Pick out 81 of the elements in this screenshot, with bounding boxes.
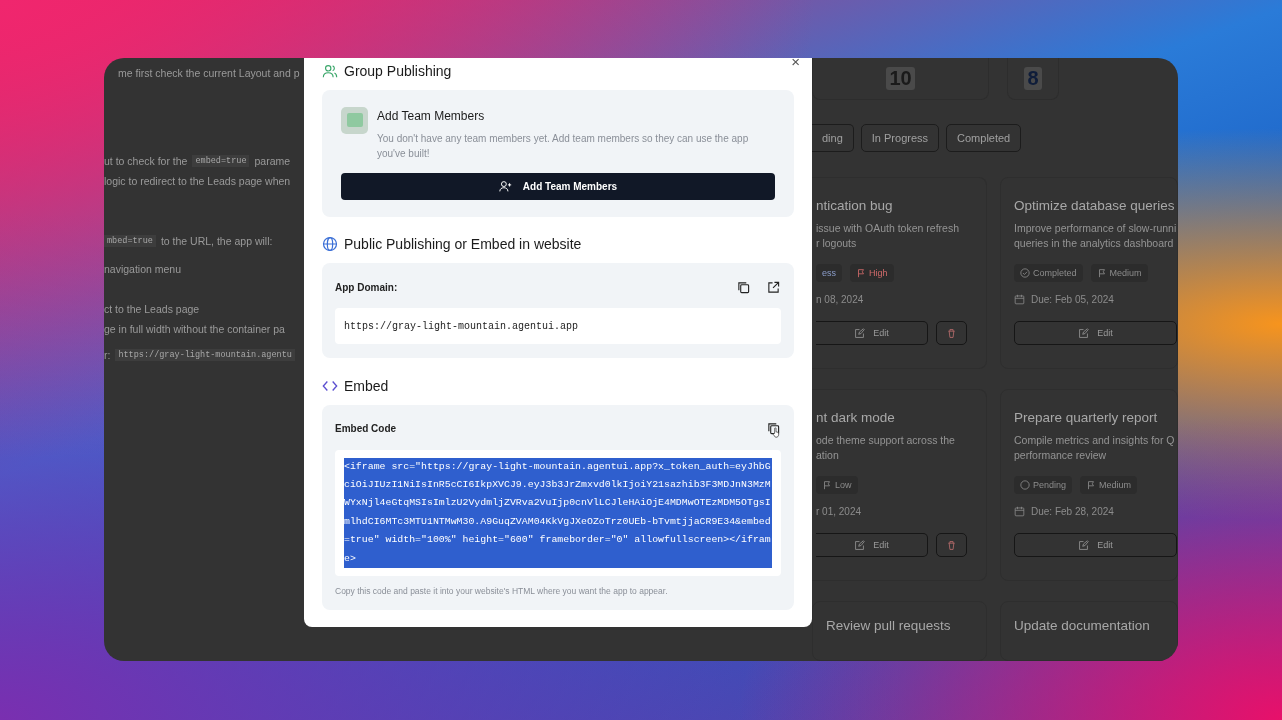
chat-text: ut to check for the [104,155,188,167]
task-title: Prepare quarterly report [1014,410,1159,425]
status-badge: Pending [1014,476,1073,494]
calendar-icon [1014,506,1025,517]
status-icon [1020,480,1030,490]
globe-icon [322,236,338,253]
external-link-button[interactable] [765,279,781,296]
task-description: queries in the analytics dashboard [1014,236,1175,251]
user-plus-icon [498,179,512,193]
flag-icon [856,268,866,278]
stat-value: 8 [1024,67,1042,90]
due-date: Due: Feb 05, 2024 [1031,294,1114,305]
edit-icon [854,327,866,339]
task-title: ntication bug [816,198,894,213]
delete-button[interactable] [936,533,967,557]
edit-button[interactable]: Edit [1014,533,1177,557]
task-description: issue with OAuth token refresh [816,221,960,236]
edit-icon [1078,539,1090,551]
filter-button[interactable]: In Progress [860,124,940,152]
embed-code-field[interactable] [335,449,781,576]
flag-icon [822,480,832,490]
edit-icon [1078,327,1090,339]
filter-button[interactable]: Completed [946,124,1022,152]
status-icon [1020,268,1030,278]
chat-text: ge in full width without the container pa [104,323,285,335]
task-description: performance review [1014,448,1108,463]
edit-button[interactable]: Edit [816,321,928,345]
close-button[interactable]: × [791,58,800,69]
hand-cursor-icon [772,426,780,438]
add-team-members-button[interactable]: Add Team Members [341,172,775,200]
chat-text: r: [104,349,111,361]
due-date: Due: Feb 28, 2024 [1031,506,1114,517]
delete-button[interactable] [936,321,967,345]
chat-text: to the URL, the app will: [160,235,273,247]
task-description: Compile metrics and insights for Q [1014,433,1176,448]
task-description: r logouts [816,236,858,251]
trash-icon [946,539,957,551]
section-title: Public Publishing or Embed in website [344,236,582,253]
embed-hint: Copy this code and paste it into your website's HTML where you want the app to appear. [335,586,669,596]
priority-badge: Low [816,476,858,494]
team-title: Add Team Members [377,108,486,123]
team-description: You don't have any team members yet. Add team members so they can use the app you've built! [377,131,750,161]
trash-icon [946,327,957,339]
embed-label: Embed Code [335,423,397,435]
priority-badge: Medium [1090,264,1148,282]
edit-icon [854,539,866,551]
priority-badge: High [850,264,894,282]
team-thumbnail [341,106,368,134]
due-date: n 08, 2024 [816,294,864,305]
flag-icon [1096,268,1107,278]
chat-text: ct to the Leads page [104,303,200,315]
section-title: Group Publishing [344,62,452,79]
task-title: nt dark mode [816,410,896,425]
chat-text: me first check the current Layout and p [118,67,300,79]
task-description: Improve performance of slow-runni [1014,221,1177,236]
due-date: r 01, 2024 [816,506,862,517]
flag-icon [1086,480,1097,490]
edit-button[interactable]: Edit [816,533,928,557]
calendar-icon [1014,294,1025,305]
chat-text: parame [254,155,291,167]
inline-code: mbed=true [104,235,156,247]
embed-code: <iframe src="https://gray-light-mountain.agentui.app?x_token_auth=eyJhbGciOiJIUzI1NiIsInR5cCI6IkpXVCJ9.eyJ3b3JrZmxvd0lkIjoiY21sazhib3F3MDJnN3MzMWYxNjl4eGtqMSIsImlzU2VydmljZVRva2VuIjp0cnVlLCJleHAiOjE4MDMwOTEzMDM5OTgsImlhdCI6MTc3MTU1NTMwM30.A9GuqZVAM04KkVgJXeOZoTrz0UEb-bTvmtjjaCR9E34&embed=true" width="100%" height="600" frameborder="0" allowfullscreen></iframe> [344,457,772,568]
task-description: ode theme support across the [816,433,956,448]
copy-button[interactable] [735,279,751,296]
section-title: Embed [344,377,389,394]
status-badge: Completed [1014,264,1083,282]
task-title: Optimize database queries [1014,198,1176,213]
priority-badge: Medium [1080,476,1138,494]
inline-code: embed=true [192,155,250,167]
edit-button[interactable]: Edit [1014,321,1177,345]
domain-field[interactable]: https://gray-light-mountain.agentui.app [335,308,781,345]
task-description: ation [816,448,840,463]
status-badge: ess [816,264,842,282]
chat-text: logic to redirect to the Leads page when [104,175,291,187]
users-icon [322,62,338,79]
chat-text: navigation menu [104,263,182,275]
copy-button[interactable] [765,420,781,437]
task-title: Review pull requests [826,618,952,633]
domain-label: App Domain: [335,281,398,293]
task-title: Update documentation [1014,618,1151,633]
inline-code: https://gray-light-mountain.agentu [115,349,295,361]
